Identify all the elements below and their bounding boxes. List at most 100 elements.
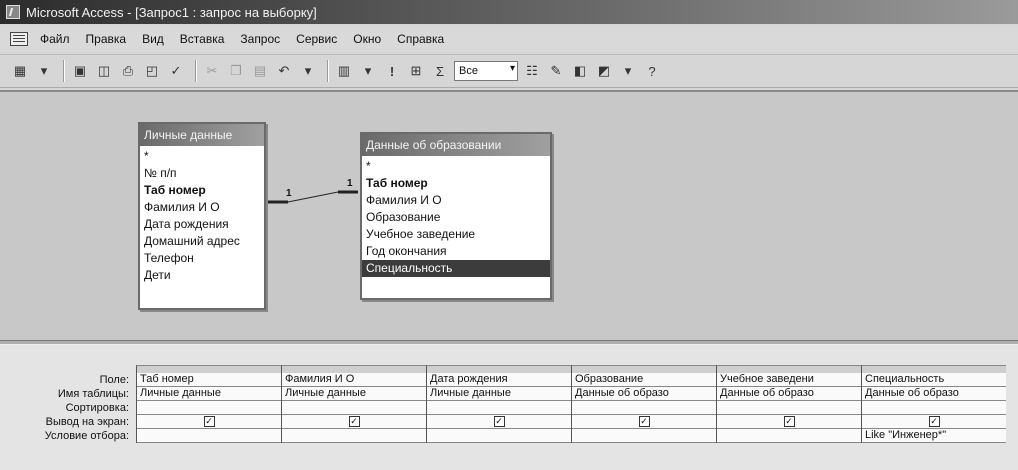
grid-criteria-cell[interactable] (717, 429, 861, 443)
run-icon[interactable]: ! (382, 61, 402, 81)
grid-field-cell[interactable]: Дата рождения (427, 373, 571, 387)
column-selector[interactable] (571, 365, 716, 373)
database-window-icon[interactable]: ◧ (570, 61, 590, 81)
show-checkbox[interactable]: ✓ (203, 416, 215, 427)
top-values-select[interactable]: Все (454, 61, 518, 81)
show-checkbox[interactable]: ✓ (928, 416, 940, 427)
row-label-table: Имя таблицы: (57, 388, 129, 400)
column-selector[interactable] (136, 365, 281, 373)
field-home-address[interactable]: Домашний адрес (144, 233, 260, 250)
grid-criteria-cell[interactable] (572, 429, 716, 443)
field-children[interactable]: Дети (144, 267, 260, 284)
field-graduation-year[interactable]: Год окончания (366, 243, 546, 260)
column-selector[interactable] (281, 365, 426, 373)
grid-table-cell[interactable]: Данные об образо (862, 387, 1006, 401)
field-all[interactable]: * (366, 158, 546, 175)
table-title[interactable]: Данные об образовании (362, 134, 550, 156)
table-education-data[interactable]: Данные об образовании * Таб номер Фамили… (360, 132, 552, 300)
paste-icon[interactable]: ▤ (250, 61, 270, 81)
print-icon[interactable]: ⎙ (118, 61, 138, 81)
show-table-icon[interactable]: ⊞ (406, 61, 426, 81)
column-selector[interactable] (426, 365, 571, 373)
menu-file[interactable]: Файл (40, 32, 70, 46)
grid-field-cell[interactable]: Таб номер (137, 373, 281, 387)
grid-show-cell[interactable]: ✓ (572, 415, 716, 429)
grid-field-cell[interactable]: Фамилия И О (282, 373, 426, 387)
query-type-icon[interactable]: ▥ (334, 61, 354, 81)
field-all[interactable]: * (144, 148, 260, 165)
spelling-icon[interactable]: ✓ (166, 61, 186, 81)
column-selector[interactable] (861, 365, 1006, 373)
table-personal-data[interactable]: Личные данные * № п/п Таб номер Фамилия … (138, 122, 266, 310)
grid-table-cell[interactable]: Данные об образо (572, 387, 716, 401)
menu-help[interactable]: Справка (397, 32, 444, 46)
save-icon[interactable]: ▣ (70, 61, 90, 81)
grid-field-cell[interactable]: Образование (572, 373, 716, 387)
grid-sort-cell[interactable] (572, 401, 716, 415)
dropdown-arrow-icon[interactable]: ▾ (34, 61, 54, 81)
grid-field-cell[interactable]: Учебное заведени (717, 373, 861, 387)
menu-view[interactable]: Вид (142, 32, 164, 46)
show-checkbox[interactable]: ✓ (493, 416, 505, 427)
table-title[interactable]: Личные данные (140, 124, 264, 146)
print-preview-icon[interactable]: ◰ (142, 61, 162, 81)
grid-table-cell[interactable]: Личные данные (282, 387, 426, 401)
cut-icon[interactable]: ✂ (202, 61, 222, 81)
relationship-line[interactable] (268, 187, 358, 207)
grid-criteria-cell[interactable]: Like "Инженер*" (862, 429, 1006, 443)
show-checkbox[interactable]: ✓ (638, 416, 650, 427)
column-selector[interactable] (716, 365, 861, 373)
grid-column: Фамилия И О Личные данные ✓ (281, 373, 426, 443)
show-checkbox[interactable]: ✓ (348, 416, 360, 427)
copy-icon[interactable]: ❐ (226, 61, 246, 81)
grid-sort-cell[interactable] (717, 401, 861, 415)
grid-column: Специальность Данные об образо ✓ Like "Инже… (861, 373, 1006, 443)
access-app-icon (6, 5, 20, 19)
totals-icon[interactable]: Σ (430, 61, 450, 81)
grid-criteria-cell[interactable] (137, 429, 281, 443)
database-icon[interactable]: ◫ (94, 61, 114, 81)
builder-icon[interactable]: ✎ (546, 61, 566, 81)
menu-window[interactable]: Окно (353, 32, 381, 46)
show-checkbox[interactable]: ✓ (783, 416, 795, 427)
grid-sort-cell[interactable] (137, 401, 281, 415)
field-full-name[interactable]: Фамилия И О (144, 199, 260, 216)
field-number[interactable]: № п/п (144, 165, 260, 182)
menu-tools[interactable]: Сервис (296, 32, 337, 46)
properties-icon[interactable]: ☷ (522, 61, 542, 81)
grid-sort-cell[interactable] (427, 401, 571, 415)
document-icon[interactable] (10, 32, 28, 46)
grid-criteria-cell[interactable] (427, 429, 571, 443)
field-full-name[interactable]: Фамилия И О (366, 192, 546, 209)
help-icon[interactable]: ? (642, 61, 662, 81)
field-specialty[interactable]: Специальность (362, 260, 550, 277)
field-birth-date[interactable]: Дата рождения (144, 216, 260, 233)
grid-show-cell[interactable]: ✓ (137, 415, 281, 429)
menu-edit[interactable]: Правка (86, 32, 127, 46)
field-phone[interactable]: Телефон (144, 250, 260, 267)
new-object-icon[interactable]: ◩ (594, 61, 614, 81)
title-bar: Microsoft Access - [Запрос1 : запрос на … (0, 0, 1018, 24)
grid-table-cell[interactable]: Личные данные (137, 387, 281, 401)
field-institution[interactable]: Учебное заведение (366, 226, 546, 243)
menu-insert[interactable]: Вставка (180, 32, 225, 46)
dropdown-arrow-icon[interactable]: ▾ (358, 61, 378, 81)
dropdown-arrow-icon[interactable]: ▾ (618, 61, 638, 81)
grid-show-cell[interactable]: ✓ (717, 415, 861, 429)
grid-sort-cell[interactable] (862, 401, 1006, 415)
view-grid-icon[interactable]: ▦ (10, 61, 30, 81)
field-tab-number[interactable]: Таб номер (366, 175, 546, 192)
field-education[interactable]: Образование (366, 209, 546, 226)
grid-sort-cell[interactable] (282, 401, 426, 415)
grid-show-cell[interactable]: ✓ (862, 415, 1006, 429)
grid-show-cell[interactable]: ✓ (282, 415, 426, 429)
grid-table-cell[interactable]: Данные об образо (717, 387, 861, 401)
undo-icon[interactable]: ↶ (274, 61, 294, 81)
grid-table-cell[interactable]: Личные данные (427, 387, 571, 401)
grid-field-cell[interactable]: Специальность (862, 373, 1006, 387)
dropdown-arrow-icon[interactable]: ▾ (298, 61, 318, 81)
grid-show-cell[interactable]: ✓ (427, 415, 571, 429)
menu-query[interactable]: Запрос (240, 32, 280, 46)
grid-criteria-cell[interactable] (282, 429, 426, 443)
field-tab-number[interactable]: Таб номер (144, 182, 260, 199)
